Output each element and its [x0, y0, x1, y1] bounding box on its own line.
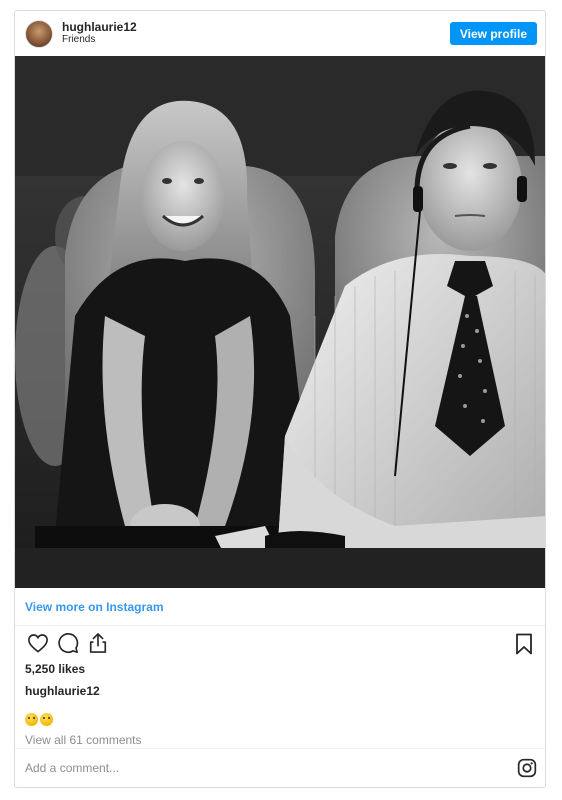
view-more-link[interactable]: View more on Instagram	[15, 588, 545, 626]
action-bar	[15, 626, 545, 660]
comment-icon[interactable]	[53, 629, 83, 657]
instagram-embed: hughlaurie12 Friends View profile View m…	[14, 10, 546, 788]
user-block: hughlaurie12 Friends	[62, 21, 137, 46]
caption-username[interactable]: hughlaurie12	[15, 680, 545, 702]
caption-emojis	[15, 708, 545, 730]
avatar[interactable]	[25, 19, 53, 48]
post-photo[interactable]	[15, 56, 545, 588]
zany-face-emoji	[40, 712, 53, 726]
zany-face-emoji	[25, 712, 38, 726]
post-photo-image	[15, 56, 545, 588]
view-profile-button[interactable]: View profile	[449, 22, 537, 45]
view-comments-link[interactable]: View all 61 comments	[15, 730, 545, 750]
username[interactable]: hughlaurie12	[62, 21, 137, 33]
bookmark-icon[interactable]	[509, 630, 539, 658]
share-icon[interactable]	[83, 629, 113, 657]
heart-icon[interactable]	[23, 629, 53, 657]
post-header: hughlaurie12 Friends View profile	[15, 11, 545, 56]
likes-count[interactable]: 5,250 likes	[15, 660, 545, 678]
comment-bar	[15, 748, 545, 787]
post-location[interactable]: Friends	[62, 34, 137, 46]
view-more-section: View more on Instagram	[15, 588, 545, 626]
comment-input[interactable]	[25, 761, 465, 775]
instagram-icon[interactable]	[517, 758, 537, 783]
